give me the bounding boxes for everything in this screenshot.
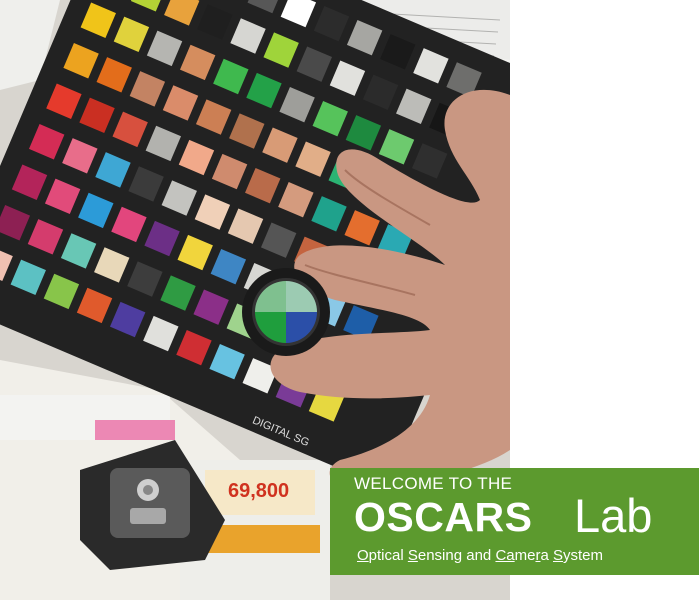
subtitle-part: ystem — [563, 547, 604, 564]
welcome-text: WELCOME TO THE — [354, 474, 513, 493]
welcome-banner: WELCOME TO THE OSCARS Lab Optical Sensin… — [330, 468, 699, 575]
subtitle-part: me — [514, 547, 536, 564]
lab-subtitle: Optical Sensing and Camera System — [357, 547, 603, 564]
subtitle-part: S — [553, 547, 564, 564]
subtitle-part: a — [540, 547, 553, 564]
subtitle-part: S — [407, 547, 418, 564]
lab-word: Lab — [574, 489, 653, 542]
subtitle-part: ptical — [368, 547, 408, 564]
subtitle-part: O — [357, 547, 369, 564]
lab-name: OSCARS — [354, 494, 533, 540]
lens-filter — [242, 268, 330, 356]
price-text: 69,800 — [228, 480, 289, 502]
subtitle-part: ensing and — [417, 547, 496, 564]
subtitle-part: Ca — [495, 547, 515, 564]
